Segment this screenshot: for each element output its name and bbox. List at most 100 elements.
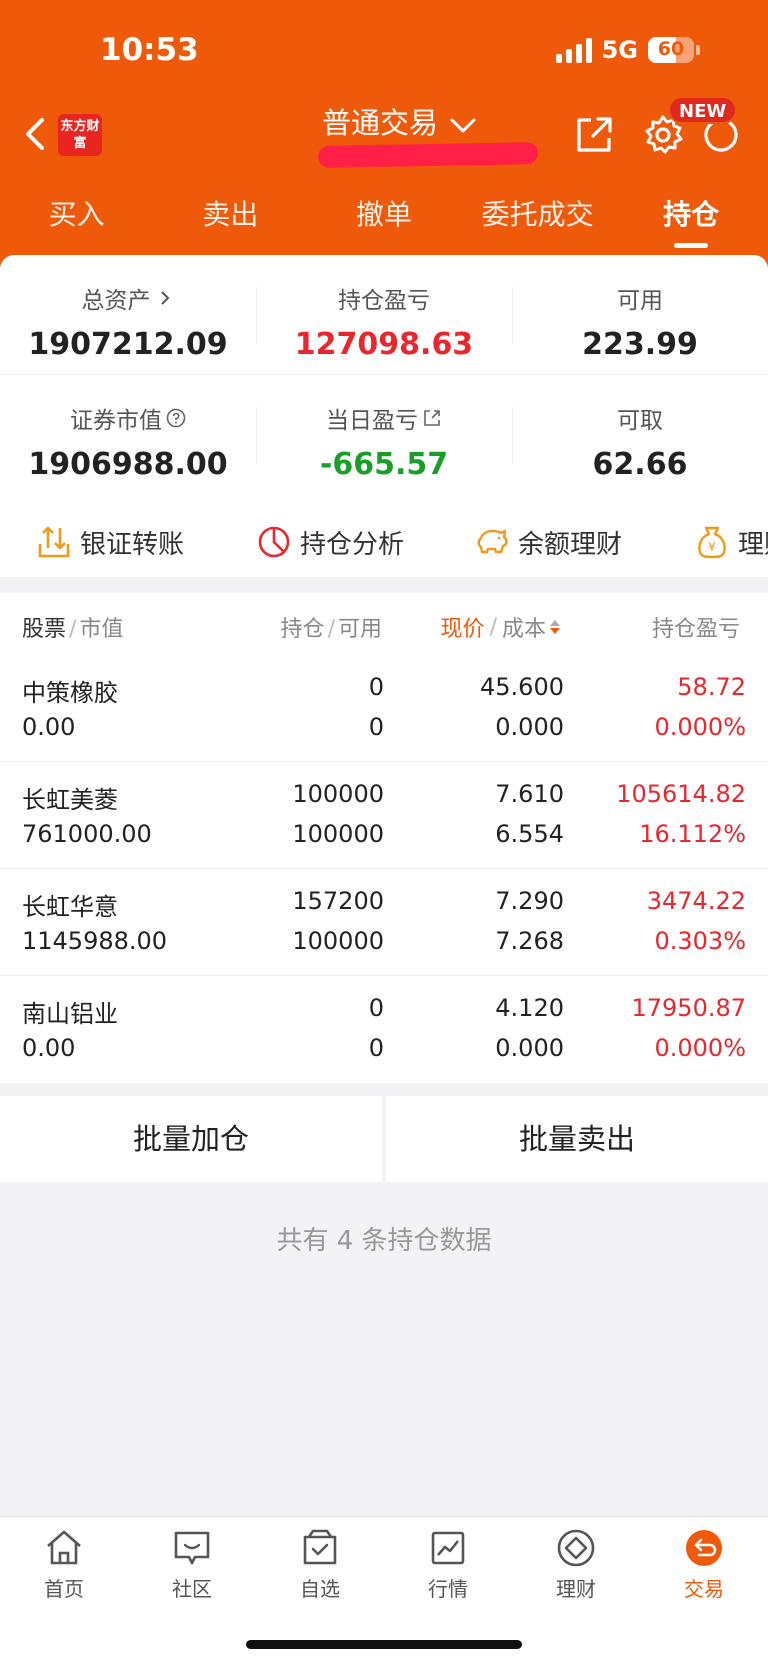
current-price: 7.610 [495,780,564,808]
total-assets-value: 1907212.09 [28,327,228,362]
total-assets[interactable]: 总资产 1907212.09 [0,255,256,374]
table-row[interactable]: 中策橡胶 0.00 0 0 45.600 0.000 58.72 0.000% [0,655,768,762]
table-row[interactable]: 长虹华意 1145988.00 157200 100000 7.290 7.26… [0,869,768,976]
batch-add-button[interactable]: 批量加仓 [0,1096,382,1182]
available-value: 223.99 [582,327,698,362]
available-qty: 100000 [292,927,384,955]
nav-community-label: 社区 [172,1577,212,1601]
daily-pl-label: 当日盈亏 [326,408,418,434]
profit-loss: 3474.22 [646,887,746,915]
withdrawable: 可取 62.66 [512,375,768,495]
svg-text:¥: ¥ [708,540,716,554]
position-qty: 0 [368,994,384,1022]
watchlist-icon [303,1529,337,1565]
table-row[interactable]: 南山铝业 0.00 0 0 4.120 0.000 17950.87 0.000… [0,976,768,1083]
header-position-label: 持仓 [280,617,325,642]
nav-home[interactable]: 首页 [0,1517,128,1665]
profit-loss: 105614.82 [616,780,746,808]
header-available-label: 可用 [337,617,382,642]
account-selector[interactable]: 普通交易 [322,100,478,142]
nav-market-label: 行情 [428,1577,468,1601]
nav-trade-label: 交易 [684,1577,724,1601]
header-price-sort[interactable]: 现价 / 成本 [441,611,562,643]
balance-wealth-button[interactable]: 余额理财 [474,524,622,561]
withdrawable-label: 可取 [617,408,663,434]
tab-buy[interactable]: 买入 [0,190,154,246]
header-market-value-label: 市值 [79,617,124,642]
status-time: 10:53 [100,32,199,68]
piggy-bank-icon [477,529,508,554]
available-qty: 0 [368,713,384,741]
signal-icon [555,37,592,63]
available-label: 可用 [617,288,663,314]
daily-pl[interactable]: 当日盈亏 -665.57 [256,375,512,495]
holdings-count-note: 共有 4 条持仓数据 [276,1226,492,1256]
header-stock-label: 股票 [22,617,67,642]
holding-analysis-label: 持仓分析 [300,529,405,560]
market-value: 0.00 [22,1034,76,1062]
position-pl-value: 127098.63 [294,327,474,362]
batch-sell-button[interactable]: 批量卖出 [386,1096,768,1182]
header-pl[interactable]: 持仓盈亏 [652,611,740,643]
tab-cancel[interactable]: 撤单 [307,190,461,246]
chat-icon [174,1531,210,1565]
stock-name: 长虹美菱 [22,786,118,814]
cost-price: 0.000 [495,713,564,741]
cost-price: 7.268 [495,927,564,955]
table-row[interactable]: 长虹美菱 761000.00 100000 100000 7.610 6.554… [0,762,768,869]
nav-community[interactable]: 社区 [128,1517,256,1665]
available-funds: 可用 223.99 [512,255,768,374]
market-value-label-wrap: 证券市值 [70,401,186,435]
nav-trade[interactable]: 交易 [640,1517,768,1665]
position-qty: 157200 [292,887,384,915]
tab-orders[interactable]: 委托成交 [461,190,615,246]
function-shortcuts: 银证转账 持仓分析 余额理财 ¥ 理财 [0,507,768,577]
current-price: 7.290 [495,887,564,915]
tab-holdings[interactable]: 持仓 [614,190,768,246]
stock-name: 长虹华意 [22,893,118,921]
logo-text: 东方财富 [60,119,100,151]
nav-wealth[interactable]: 理财 [512,1517,640,1665]
current-price: 45.600 [480,673,564,701]
available-qty: 0 [368,1034,384,1062]
market-value: 1145988.00 [22,927,168,955]
cost-price: 0.000 [495,1034,564,1062]
daily-pl-label-wrap: 当日盈亏 [326,401,442,435]
position-pl: 持仓盈亏 127098.63 [256,255,512,374]
pie-chart-icon [258,526,290,558]
share-icon[interactable] [573,114,615,156]
trade-tabs: 买入 卖出 撤单 委托成交 持仓 [0,190,768,246]
bank-transfer-button[interactable]: 银证转账 [36,524,184,561]
holding-analysis-button[interactable]: 持仓分析 [256,524,404,561]
position-qty: 0 [368,673,384,701]
chevron-down-icon [450,118,476,133]
available-qty: 100000 [292,820,384,848]
help-icon[interactable] [166,408,186,428]
nav-wealth-label: 理财 [556,1577,596,1601]
total-assets-label: 总资产 [81,288,151,314]
battery-icon: 60 [648,37,694,63]
wealth-button[interactable]: ¥ 理财 [694,524,768,561]
home-indicator [246,1640,522,1649]
profit-loss-pct: 0.000% [654,713,746,741]
back-arrow-icon[interactable] [20,114,50,154]
money-bag-icon: ¥ [698,526,726,559]
app-header: 10:53 5G 60 东方财富 普通交易 NEW 买入 卖出 撤单 委托成交 … [0,0,768,270]
holdings-table: 股票 / 市值 持仓 / 可用 现价 / 成本 持仓盈亏 中策橡胶 0.00 0 0 45.… [0,593,768,1083]
battery-tip [696,45,700,55]
daily-pl-value: -665.57 [319,447,449,482]
tab-sell[interactable]: 卖出 [154,190,308,246]
market-value: 761000.00 [22,820,152,848]
chevron-right-icon [160,291,169,305]
withdrawable-value: 62.66 [592,447,688,482]
market-value: 0.00 [22,713,76,741]
page-title: 普通交易 [322,106,439,140]
table-body: 中策橡胶 0.00 0 0 45.600 0.000 58.72 0.000% … [0,655,768,1083]
nav-watchlist-label: 自选 [300,1577,340,1601]
wealth-label: 理财 [738,529,768,560]
stock-name: 中策橡胶 [22,679,118,707]
asset-summary-card: 总资产 1907212.09 持仓盈亏 127098.63 可用 223.99 … [0,255,768,577]
logo: 东方财富 [58,114,102,156]
status-indicators: 5G 60 [555,36,700,64]
profit-loss: 17950.87 [631,994,746,1022]
